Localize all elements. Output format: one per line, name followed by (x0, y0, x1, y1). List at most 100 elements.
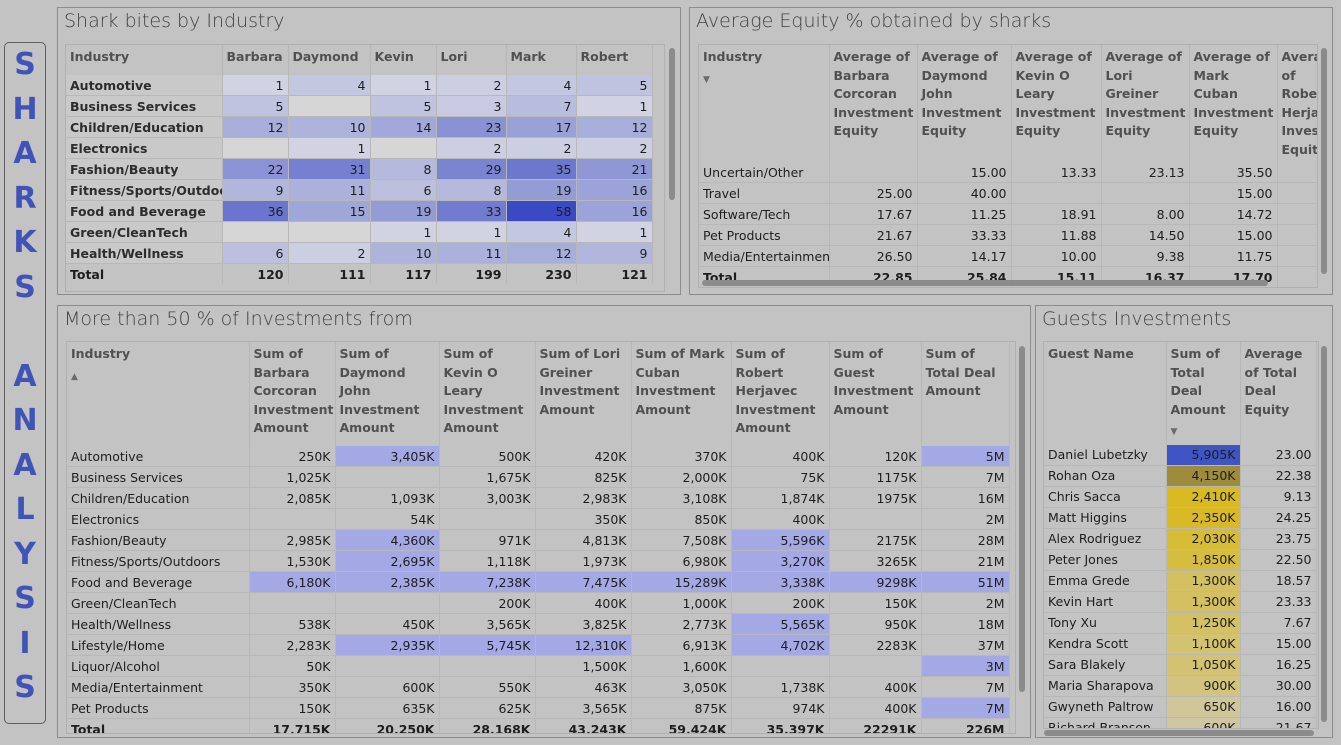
value-cell (731, 655, 830, 677)
avg-equity-panel: Average Equity % obtained by sharks Indu… (689, 7, 1333, 295)
investments-50pct-scrollbar[interactable] (1019, 346, 1025, 692)
value-cell: 1,530K (249, 550, 336, 572)
table-row: Tony Xu 1,250K 7.67 (1044, 612, 1317, 634)
value-cell: 200K (731, 592, 830, 614)
value-cell (335, 655, 440, 677)
side-letter: R (13, 180, 37, 216)
value-cell: 2 (436, 75, 507, 96)
avg-equity-vscrollbar[interactable] (1321, 48, 1327, 274)
column-header-label: Average of Daymond John Investment Equit… (921, 49, 1002, 138)
side-letter: K (13, 225, 37, 260)
value-cell: 4 (288, 75, 371, 96)
avg-equity-hscrollbar[interactable] (702, 280, 1268, 286)
value-cell: 25.00 (829, 182, 918, 204)
value-cell: 4,150K (1166, 465, 1241, 487)
value-cell: 2,085K (249, 487, 336, 509)
value-cell: 7M (921, 676, 1010, 698)
value-cell: 18.91 (1011, 203, 1102, 225)
side-letter: S (14, 269, 36, 305)
value-cell: 9 (222, 179, 289, 201)
column-header: Average of Robert Herjavec Investment Eq… (1277, 45, 1318, 162)
column-header: Sum of Kevin O Leary Investment Amount (439, 342, 536, 446)
value-cell: 3,270K (731, 550, 830, 572)
table-row: Children/Education 2,085K 1,093K 3,003K 2,98… (67, 487, 1010, 509)
shark-bites-scrollbar[interactable] (669, 48, 675, 200)
column-header-label: Sum of Kevin O Leary Investment Amount (443, 346, 524, 435)
column-header: Kevin (370, 45, 437, 75)
row-label: Automotive (66, 75, 223, 96)
value-cell: 3,825K (535, 613, 632, 635)
value-cell: 28M (921, 529, 1010, 551)
table-row: Automotive 1 4 1 2 4 5 (66, 75, 653, 96)
table-row: Health/Wellness 538K 450K 3,565K 3,825K 2,773… (67, 613, 1010, 635)
value-cell: 3,338K (731, 571, 830, 593)
value-cell: 2M (921, 592, 1010, 614)
value-cell: 350K (535, 508, 632, 530)
value-cell: 14.17 (917, 245, 1012, 267)
value-cell (1277, 224, 1317, 246)
table-row: Fashion/Beauty 2,985K 4,360K 971K 4,813K 7,50… (67, 529, 1010, 551)
value-cell (222, 137, 289, 159)
column-header: Average of Mark Cuban Investment Equity (1189, 45, 1278, 162)
row-label: Fitness/Sports/Outdoors (67, 550, 250, 572)
column-header: Industry (66, 45, 223, 75)
side-letter: S (14, 670, 36, 705)
value-cell: 1,000K (631, 592, 732, 614)
table-row: Travel 25.00 40.00 15.00 (699, 182, 1317, 204)
value-cell: 600K (335, 676, 440, 698)
value-cell: 18.57 (1240, 570, 1317, 592)
value-cell (249, 592, 336, 614)
value-cell (829, 655, 922, 677)
row-label: Sara Blakely (1044, 654, 1167, 676)
value-cell: 15.00 (917, 162, 1012, 183)
total-value (1277, 266, 1317, 287)
column-header-label: Average of Robert Herjavec Investment Eq… (1281, 49, 1318, 157)
column-header-label: Barbara (226, 49, 283, 64)
side-letter: S (14, 581, 36, 616)
table-row: Business Services 1,025K 1,675K 825K 2,000K 7… (67, 466, 1010, 488)
value-cell: 450K (335, 613, 440, 635)
table-row: Media/Entertainment 350K 600K 550K 463K 3,050… (67, 676, 1010, 698)
avg-equity-table-area: Industry ▼ Average of Barbara Corcoran Inv… (698, 44, 1318, 288)
value-cell: 3M (921, 655, 1010, 677)
value-cell: 1,500K (535, 655, 632, 677)
row-label: Peter Jones (1044, 549, 1167, 571)
total-value: 121 (576, 263, 653, 284)
total-value: 117 (370, 263, 437, 284)
table-row: Chris Sacca 2,410K 9.13 (1044, 486, 1317, 508)
column-header-label: Sum of Robert Herjavec Investment Amount (735, 346, 816, 435)
value-cell: 9 (576, 242, 653, 264)
total-value: 226M (921, 718, 1010, 733)
value-cell: 16M (921, 487, 1010, 509)
guests-investments-hscrollbar[interactable] (1044, 730, 1314, 736)
value-cell: 12 (506, 242, 577, 264)
table-row: Green/CleanTech 1 1 4 1 (66, 221, 653, 243)
avg-equity-title: Average Equity % obtained by sharks (696, 10, 1052, 32)
column-header: Average of Kevin O Leary Investment Equi… (1011, 45, 1102, 162)
total-value: 22291K (829, 718, 922, 733)
value-cell: 33.33 (917, 224, 1012, 246)
table-header-row: Guest Name Sum of Total Deal Amount ▼ Avera… (1044, 342, 1317, 445)
value-cell: 2 (576, 137, 653, 159)
value-cell: 8.00 (1101, 203, 1190, 225)
table-row: Health/Wellness 6 2 10 11 12 9 (66, 242, 653, 264)
value-cell: 2,985K (249, 529, 336, 551)
row-label: Matt Higgins (1044, 507, 1167, 529)
value-cell: 5 (222, 95, 289, 117)
value-cell (829, 162, 918, 183)
column-header-label: Average of Total Deal Equity (1244, 346, 1303, 417)
row-label: Alex Rodriguez (1044, 528, 1167, 550)
column-header: Sum of Robert Herjavec Investment Amount (731, 342, 830, 446)
row-label: Food and Beverage (67, 571, 250, 593)
value-cell: 24.25 (1240, 507, 1317, 529)
value-cell: 5M (921, 446, 1010, 467)
row-label: Media/Entertainment (67, 676, 250, 698)
value-cell: 1,093K (335, 487, 440, 509)
value-cell: 5 (370, 95, 437, 117)
value-cell: 8 (436, 179, 507, 201)
value-cell: 9.38 (1101, 245, 1190, 267)
value-cell (222, 221, 289, 243)
guests-investments-scrollbar[interactable] (1321, 346, 1327, 722)
table-row: Children/Education 12 10 14 23 17 12 (66, 116, 653, 138)
total-row: Total 17,715K 20,250K 28,168K 43,243K 59,424K… (67, 718, 1010, 733)
